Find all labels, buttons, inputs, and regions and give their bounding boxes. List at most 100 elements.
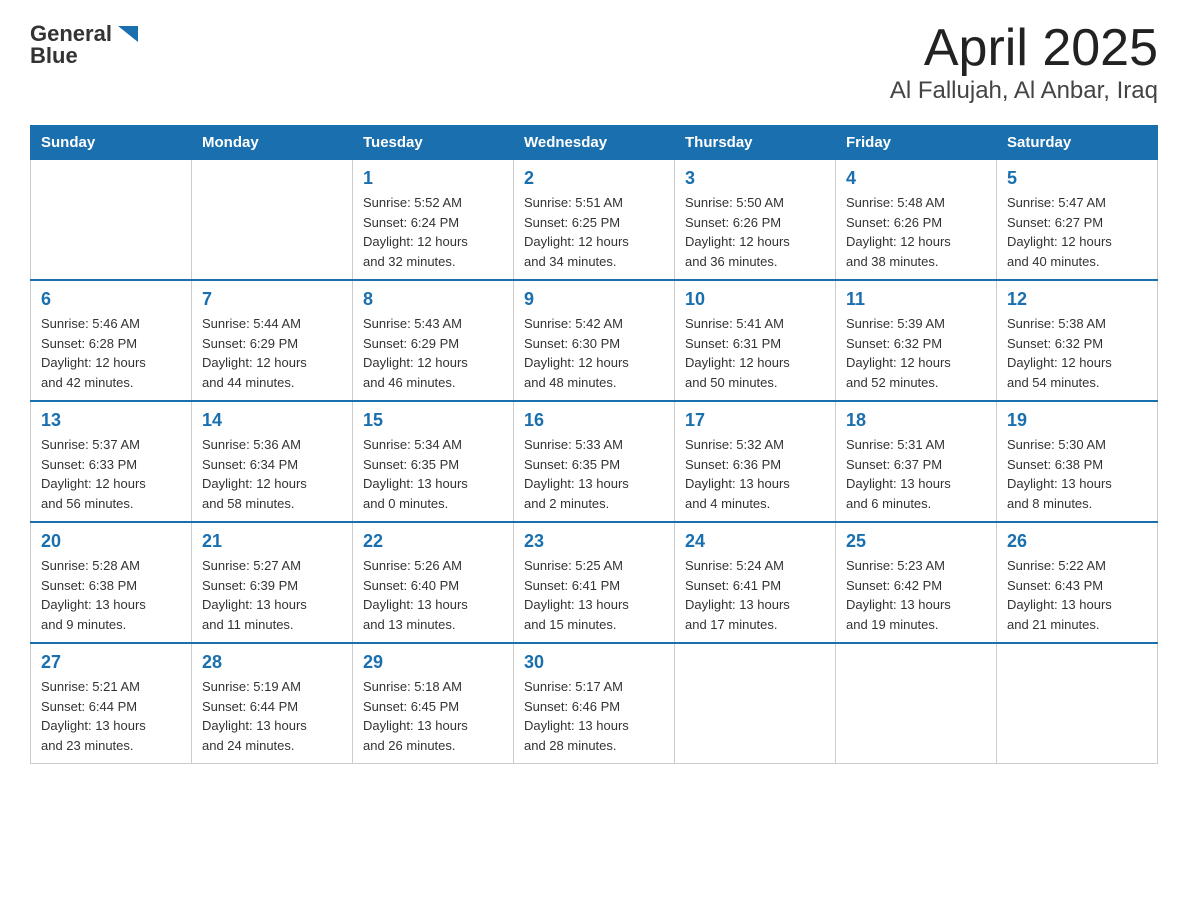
day-number: 28 [202, 652, 342, 673]
calendar-cell: 9Sunrise: 5:42 AM Sunset: 6:30 PM Daylig… [514, 280, 675, 401]
calendar-cell: 14 Sunrise: 5:36 AM Sunset: 6:34 PM Dayli… [192, 401, 353, 522]
month-title: April 2025 [890, 20, 1158, 77]
calendar-cell [192, 160, 353, 281]
day-number: 15 [363, 410, 503, 431]
day-info: Sunrise: 5:46 AM Sunset: 6:28 PM Dayligh… [41, 314, 181, 392]
day-info: Sunrise: 5:39 AM Sunset: 6:32 PM Dayligh… [846, 314, 986, 392]
header-tuesday: Tuesday [353, 126, 514, 160]
day-info: Sunrise: 5:18 AM Sunset: 6:45 PM Dayligh… [363, 677, 503, 755]
day-number: 2 [524, 168, 664, 189]
day-info: Sunrise: 5:30 AM Sunset: 6:38 PM Dayligh… [1007, 435, 1147, 513]
calendar-cell: 11 Sunrise: 5:39 AM Sunset: 6:32 PM Dayli… [836, 280, 997, 401]
calendar-cell: 16Sunrise: 5:33 AM Sunset: 6:35 PM Dayli… [514, 401, 675, 522]
day-number: 30 [524, 652, 664, 673]
day-number: 11 [846, 289, 986, 310]
location-subtitle: Al Fallujah, Al Anbar, Iraq [890, 77, 1158, 105]
day-number: 29 [363, 652, 503, 673]
calendar-cell: 8 Sunrise: 5:43 AM Sunset: 6:29 PM Daylig… [353, 280, 514, 401]
day-info: Sunrise: 5:25 AM Sunset: 6:41 PM Dayligh… [524, 556, 664, 634]
calendar-cell: 6 Sunrise: 5:46 AM Sunset: 6:28 PM Daylig… [31, 280, 192, 401]
calendar-cell: 3 Sunrise: 5:50 AM Sunset: 6:26 PM Daylig… [675, 160, 836, 281]
day-info: Sunrise: 5:50 AM Sunset: 6:26 PM Dayligh… [685, 193, 825, 271]
calendar-cell: 22 Sunrise: 5:26 AM Sunset: 6:40 PM Dayli… [353, 522, 514, 643]
day-info: Sunrise: 5:44 AM Sunset: 6:29 PM Dayligh… [202, 314, 342, 392]
day-number: 20 [41, 531, 181, 552]
calendar-cell: 12 Sunrise: 5:38 AM Sunset: 6:32 PM Dayli… [997, 280, 1158, 401]
header-wednesday: Wednesday [514, 126, 675, 160]
calendar-cell: 21Sunrise: 5:27 AM Sunset: 6:39 PM Dayli… [192, 522, 353, 643]
calendar-cell: 30Sunrise: 5:17 AM Sunset: 6:46 PM Dayli… [514, 643, 675, 764]
day-info: Sunrise: 5:27 AM Sunset: 6:39 PM Dayligh… [202, 556, 342, 634]
day-info: Sunrise: 5:23 AM Sunset: 6:42 PM Dayligh… [846, 556, 986, 634]
day-number: 10 [685, 289, 825, 310]
day-number: 23 [524, 531, 664, 552]
calendar-week-row: 1Sunrise: 5:52 AM Sunset: 6:24 PM Daylig… [31, 160, 1158, 281]
day-info: Sunrise: 5:36 AM Sunset: 6:34 PM Dayligh… [202, 435, 342, 513]
calendar-cell: 15 Sunrise: 5:34 AM Sunset: 6:35 PM Dayli… [353, 401, 514, 522]
header-monday: Monday [192, 126, 353, 160]
day-info: Sunrise: 5:51 AM Sunset: 6:25 PM Dayligh… [524, 193, 664, 271]
calendar-table: SundayMondayTuesdayWednesdayThursdayFrid… [30, 125, 1158, 764]
day-info: Sunrise: 5:48 AM Sunset: 6:26 PM Dayligh… [846, 193, 986, 271]
calendar-cell [675, 643, 836, 764]
day-number: 5 [1007, 168, 1147, 189]
calendar-cell: 1Sunrise: 5:52 AM Sunset: 6:24 PM Daylig… [353, 160, 514, 281]
day-number: 12 [1007, 289, 1147, 310]
calendar-cell: 20 Sunrise: 5:28 AM Sunset: 6:38 PM Dayli… [31, 522, 192, 643]
day-info: Sunrise: 5:33 AM Sunset: 6:35 PM Dayligh… [524, 435, 664, 513]
day-number: 8 [363, 289, 503, 310]
day-number: 22 [363, 531, 503, 552]
calendar-cell: 25Sunrise: 5:23 AM Sunset: 6:42 PM Dayli… [836, 522, 997, 643]
day-number: 24 [685, 531, 825, 552]
header-saturday: Saturday [997, 126, 1158, 160]
day-info: Sunrise: 5:22 AM Sunset: 6:43 PM Dayligh… [1007, 556, 1147, 634]
day-info: Sunrise: 5:26 AM Sunset: 6:40 PM Dayligh… [363, 556, 503, 634]
calendar-week-row: 6 Sunrise: 5:46 AM Sunset: 6:28 PM Daylig… [31, 280, 1158, 401]
logo: General Blue [30, 20, 142, 68]
header-sunday: Sunday [31, 126, 192, 160]
calendar-cell: 5 Sunrise: 5:47 AM Sunset: 6:27 PM Daylig… [997, 160, 1158, 281]
header-thursday: Thursday [675, 126, 836, 160]
day-number: 6 [41, 289, 181, 310]
calendar-week-row: 13Sunrise: 5:37 AM Sunset: 6:33 PM Dayli… [31, 401, 1158, 522]
calendar-cell: 24 Sunrise: 5:24 AM Sunset: 6:41 PM Dayli… [675, 522, 836, 643]
day-info: Sunrise: 5:34 AM Sunset: 6:35 PM Dayligh… [363, 435, 503, 513]
day-info: Sunrise: 5:21 AM Sunset: 6:44 PM Dayligh… [41, 677, 181, 755]
day-info: Sunrise: 5:19 AM Sunset: 6:44 PM Dayligh… [202, 677, 342, 755]
calendar-cell: 7 Sunrise: 5:44 AM Sunset: 6:29 PM Daylig… [192, 280, 353, 401]
calendar-cell: 2 Sunrise: 5:51 AM Sunset: 6:25 PM Daylig… [514, 160, 675, 281]
day-info: Sunrise: 5:47 AM Sunset: 6:27 PM Dayligh… [1007, 193, 1147, 271]
day-info: Sunrise: 5:38 AM Sunset: 6:32 PM Dayligh… [1007, 314, 1147, 392]
calendar-cell: 19Sunrise: 5:30 AM Sunset: 6:38 PM Dayli… [997, 401, 1158, 522]
day-info: Sunrise: 5:41 AM Sunset: 6:31 PM Dayligh… [685, 314, 825, 392]
calendar-cell [836, 643, 997, 764]
day-info: Sunrise: 5:42 AM Sunset: 6:30 PM Dayligh… [524, 314, 664, 392]
day-number: 4 [846, 168, 986, 189]
page-header: General Blue April 2025 Al Fallujah, Al … [30, 20, 1158, 105]
day-info: Sunrise: 5:37 AM Sunset: 6:33 PM Dayligh… [41, 435, 181, 513]
day-info: Sunrise: 5:24 AM Sunset: 6:41 PM Dayligh… [685, 556, 825, 634]
calendar-cell: 10 Sunrise: 5:41 AM Sunset: 6:31 PM Dayli… [675, 280, 836, 401]
calendar-cell [31, 160, 192, 281]
calendar-cell: 4 Sunrise: 5:48 AM Sunset: 6:26 PM Daylig… [836, 160, 997, 281]
calendar-cell: 23 Sunrise: 5:25 AM Sunset: 6:41 PM Dayli… [514, 522, 675, 643]
day-info: Sunrise: 5:32 AM Sunset: 6:36 PM Dayligh… [685, 435, 825, 513]
calendar-cell: 13Sunrise: 5:37 AM Sunset: 6:33 PM Dayli… [31, 401, 192, 522]
day-number: 7 [202, 289, 342, 310]
title-area: April 2025 Al Fallujah, Al Anbar, Iraq [890, 20, 1158, 105]
day-info: Sunrise: 5:52 AM Sunset: 6:24 PM Dayligh… [363, 193, 503, 271]
day-number: 18 [846, 410, 986, 431]
calendar-cell: 17Sunrise: 5:32 AM Sunset: 6:36 PM Dayli… [675, 401, 836, 522]
logo-triangle-icon [114, 20, 142, 48]
day-info: Sunrise: 5:43 AM Sunset: 6:29 PM Dayligh… [363, 314, 503, 392]
calendar-cell: 26Sunrise: 5:22 AM Sunset: 6:43 PM Dayli… [997, 522, 1158, 643]
calendar-header-row: SundayMondayTuesdayWednesdayThursdayFrid… [31, 126, 1158, 160]
day-info: Sunrise: 5:31 AM Sunset: 6:37 PM Dayligh… [846, 435, 986, 513]
calendar-week-row: 27Sunrise: 5:21 AM Sunset: 6:44 PM Dayli… [31, 643, 1158, 764]
day-number: 14 [202, 410, 342, 431]
calendar-cell: 18 Sunrise: 5:31 AM Sunset: 6:37 PM Dayli… [836, 401, 997, 522]
day-number: 3 [685, 168, 825, 189]
calendar-week-row: 20 Sunrise: 5:28 AM Sunset: 6:38 PM Dayli… [31, 522, 1158, 643]
header-friday: Friday [836, 126, 997, 160]
day-info: Sunrise: 5:28 AM Sunset: 6:38 PM Dayligh… [41, 556, 181, 634]
